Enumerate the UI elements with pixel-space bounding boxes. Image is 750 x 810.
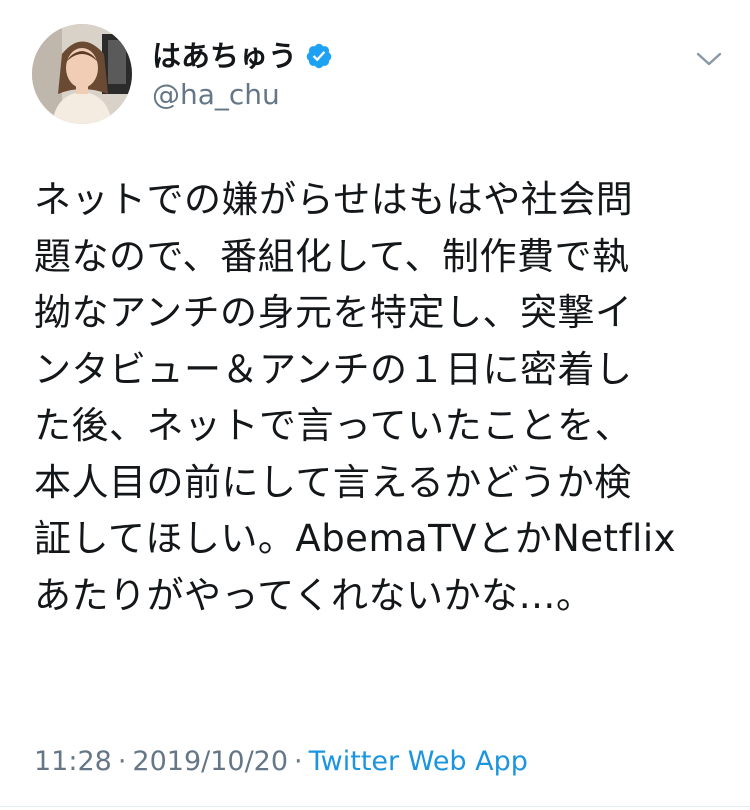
meta-separator: · bbox=[117, 746, 127, 777]
avatar[interactable] bbox=[32, 24, 132, 124]
tweet-text-line: 題なので、番組化して、制作費で執 bbox=[34, 234, 630, 278]
meta-separator: · bbox=[294, 746, 303, 777]
tweet-text-line: た後、ネットで言っていたことを、 bbox=[34, 404, 633, 447]
tweet-text-line: あたりがやってくれないかな…。 bbox=[34, 573, 594, 617]
tweet-source-link[interactable]: Twitter Web App bbox=[309, 746, 528, 777]
chevron-down-icon[interactable] bbox=[692, 46, 726, 72]
divider bbox=[0, 806, 750, 807]
tweet-detail: はあちゅう @ha_chu ネットでの嫌がらせはもはや社会問 題なので、番組化し… bbox=[0, 0, 750, 810]
tweet-date[interactable]: 2019/10/20 bbox=[132, 746, 288, 777]
display-name[interactable]: はあちゅう bbox=[152, 36, 297, 76]
tweet-text-line: ンタビュー＆アンチの１日に密着し bbox=[34, 347, 633, 391]
user-handle[interactable]: @ha_chu bbox=[152, 77, 280, 113]
tweet-time[interactable]: 11:28 bbox=[34, 746, 112, 777]
avatar-photo bbox=[32, 24, 132, 124]
tweet-text-line: 拗なアンチの身元を特定し、突撃イ bbox=[34, 291, 633, 334]
tweet-meta: 11:28 · 2019/10/20 · Twitter Web App bbox=[34, 742, 528, 782]
tweet-text-line: 証してほしい。AbemaTVとかNetflix bbox=[34, 517, 677, 560]
name-row: はあちゅう bbox=[152, 36, 333, 76]
tweet-text-line: 本人目の前にして言えるかどうか検 bbox=[34, 460, 632, 504]
tweet-text: ネットでの嫌がらせはもはや社会問 題なので、番組化して、制作費で執 拗なアンチの… bbox=[34, 172, 724, 624]
tweet-text-line: ネットでの嫌がらせはもはや社会問 bbox=[34, 178, 634, 221]
verified-badge-icon bbox=[305, 42, 333, 70]
